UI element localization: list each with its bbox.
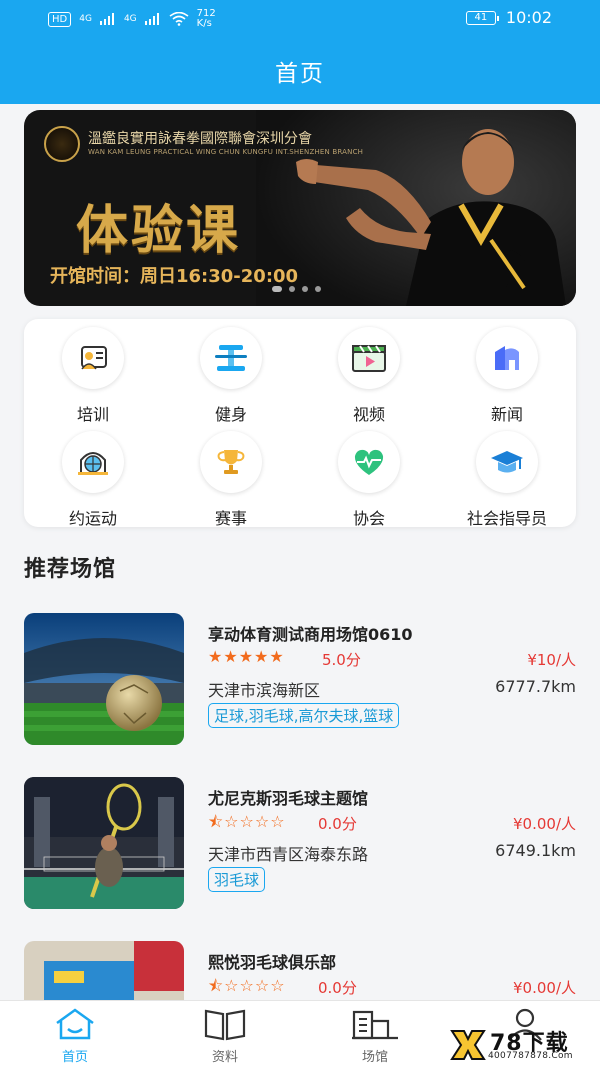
rating-stars: ★★★★★ [208, 647, 285, 666]
category-label: 赛事 [214, 509, 247, 528]
video-icon [338, 327, 400, 389]
wifi-icon [169, 12, 189, 26]
category-label: 培训 [76, 405, 109, 424]
category-label: 健身 [214, 405, 247, 424]
venue-score: 0.0分 [318, 815, 357, 833]
rating-stars: ⯪☆☆☆☆ [208, 812, 286, 831]
site-watermark: 78下载 4007787878.Com [448, 1025, 596, 1065]
graduation-cap-icon [476, 431, 538, 493]
sports-appointment-icon [62, 431, 124, 493]
watermark-logo [450, 1030, 486, 1060]
page-title: 首页 [275, 61, 325, 87]
fitness-icon [200, 327, 262, 389]
hd-badge: HD [48, 11, 72, 27]
banner-hours: 开馆时间：周日16:30-20:00 [50, 266, 299, 287]
tab-label: 首页 [61, 1050, 88, 1065]
association-logo [44, 126, 80, 162]
top-navbar: 首页 [0, 36, 600, 104]
watermark-url: 4007787878.Com [488, 1051, 573, 1061]
trophy-icon [200, 431, 262, 493]
category-events[interactable]: 赛事 [162, 431, 300, 529]
category-label: 社会指导员 [466, 509, 547, 528]
category-video[interactable]: 视频 [300, 327, 438, 425]
pager-dot[interactable] [302, 286, 308, 292]
venue-score: 0.0分 [318, 979, 357, 997]
battery-icon: 41 [465, 10, 499, 25]
venue-price: ¥0.00/人 [513, 815, 576, 833]
tab-materials[interactable]: 资料 [150, 1005, 300, 1065]
tab-home[interactable]: 首页 [0, 1005, 150, 1065]
heart-icon [338, 431, 400, 493]
rating-stars: ⯪☆☆☆☆ [208, 976, 286, 995]
pager-dot[interactable] [315, 286, 321, 292]
venue-card[interactable]: 熙悦羽毛球俱乐部 ⯪☆☆☆☆ 0.0分 ¥0.00/人 [24, 941, 576, 1000]
venue-score: 5.0分 [322, 651, 361, 669]
pager-dot[interactable] [289, 286, 295, 292]
book-icon [150, 1005, 300, 1043]
banner-brand: 溫鑑良實用詠春拳國際聯會深圳分會 [88, 131, 312, 147]
venue-icon [300, 1005, 450, 1043]
banner-brand-sub: WAN KAM LEUNG PRACTICAL WING CHUN KUNGFU… [88, 148, 364, 156]
venue-sport-tags: 足球,羽毛球,高尔夫球,篮球 [208, 703, 400, 728]
venue-distance: 6777.7km [495, 677, 576, 696]
venue-card[interactable]: 尤尼克斯羽毛球主题馆 ⯪☆☆☆☆ 0.0分 ¥0.00/人 天津市西青区海泰东路… [24, 777, 576, 909]
category-social-instructor[interactable]: 社会指导员 [438, 431, 576, 529]
net-speed: 712 K/s [197, 9, 216, 29]
tab-venues[interactable]: 场馆 [300, 1005, 450, 1065]
news-icon [476, 327, 538, 389]
banner-pager [272, 286, 321, 292]
category-association[interactable]: 协会 [300, 431, 438, 529]
venue-name: 享动体育测试商用场馆0610 [208, 625, 413, 644]
status-bar: HD 4G 4G 712 K/s 41 10:02 [0, 0, 600, 36]
category-sports-appointment[interactable]: 约运动 [24, 431, 162, 529]
venue-address: 天津市滨海新区 [208, 681, 321, 700]
recommended-venues-title: 推荐场馆 [24, 557, 117, 582]
venue-name: 尤尼克斯羽毛球主题馆 [208, 789, 369, 808]
signal-icon-2 [144, 13, 159, 25]
venue-sport-tags: 羽毛球 [208, 867, 266, 892]
venue-name: 熙悦羽毛球俱乐部 [208, 953, 337, 972]
banner-headline: 体验课 [76, 201, 242, 261]
venue-address: 天津市西青区海泰东路 [208, 845, 369, 864]
network-4g-label-2: 4G [123, 14, 137, 24]
training-icon [62, 327, 124, 389]
soccer-stadium-photo [24, 613, 184, 745]
net-speed-unit: K/s [196, 18, 212, 29]
category-label: 新闻 [490, 405, 523, 424]
tab-label: 资料 [211, 1050, 238, 1065]
clock: 10:02 [505, 8, 552, 27]
venue-distance: 6749.1km [495, 841, 576, 860]
signal-icon [99, 13, 114, 25]
category-label: 约运动 [68, 509, 117, 528]
tab-label: 场馆 [361, 1050, 388, 1065]
venue-card[interactable]: 享动体育测试商用场馆0610 ★★★★★ 5.0分 ¥10/人 天津市滨海新区 … [24, 613, 576, 745]
category-label: 协会 [352, 509, 385, 528]
category-grid: 培训 健身 视频 新闻 约运动 赛事 协会 社会指导员 [24, 319, 576, 529]
pager-dot[interactable] [272, 286, 282, 292]
venue-price: ¥10/人 [527, 651, 576, 669]
badminton-hall-photo [24, 777, 184, 909]
badminton-club-photo [24, 941, 184, 1000]
venue-price: ¥0.00/人 [513, 979, 576, 997]
network-4g-label: 4G [79, 14, 92, 24]
category-fitness[interactable]: 健身 [162, 327, 300, 425]
category-label: 视频 [352, 405, 385, 424]
category-training[interactable]: 培训 [24, 327, 162, 425]
promo-banner[interactable]: 溫鑑良實用詠春拳國際聯會深圳分會 WAN KAM LEUNG PRACTICAL… [24, 110, 576, 306]
home-icon [0, 1005, 150, 1043]
category-news[interactable]: 新闻 [438, 327, 576, 425]
